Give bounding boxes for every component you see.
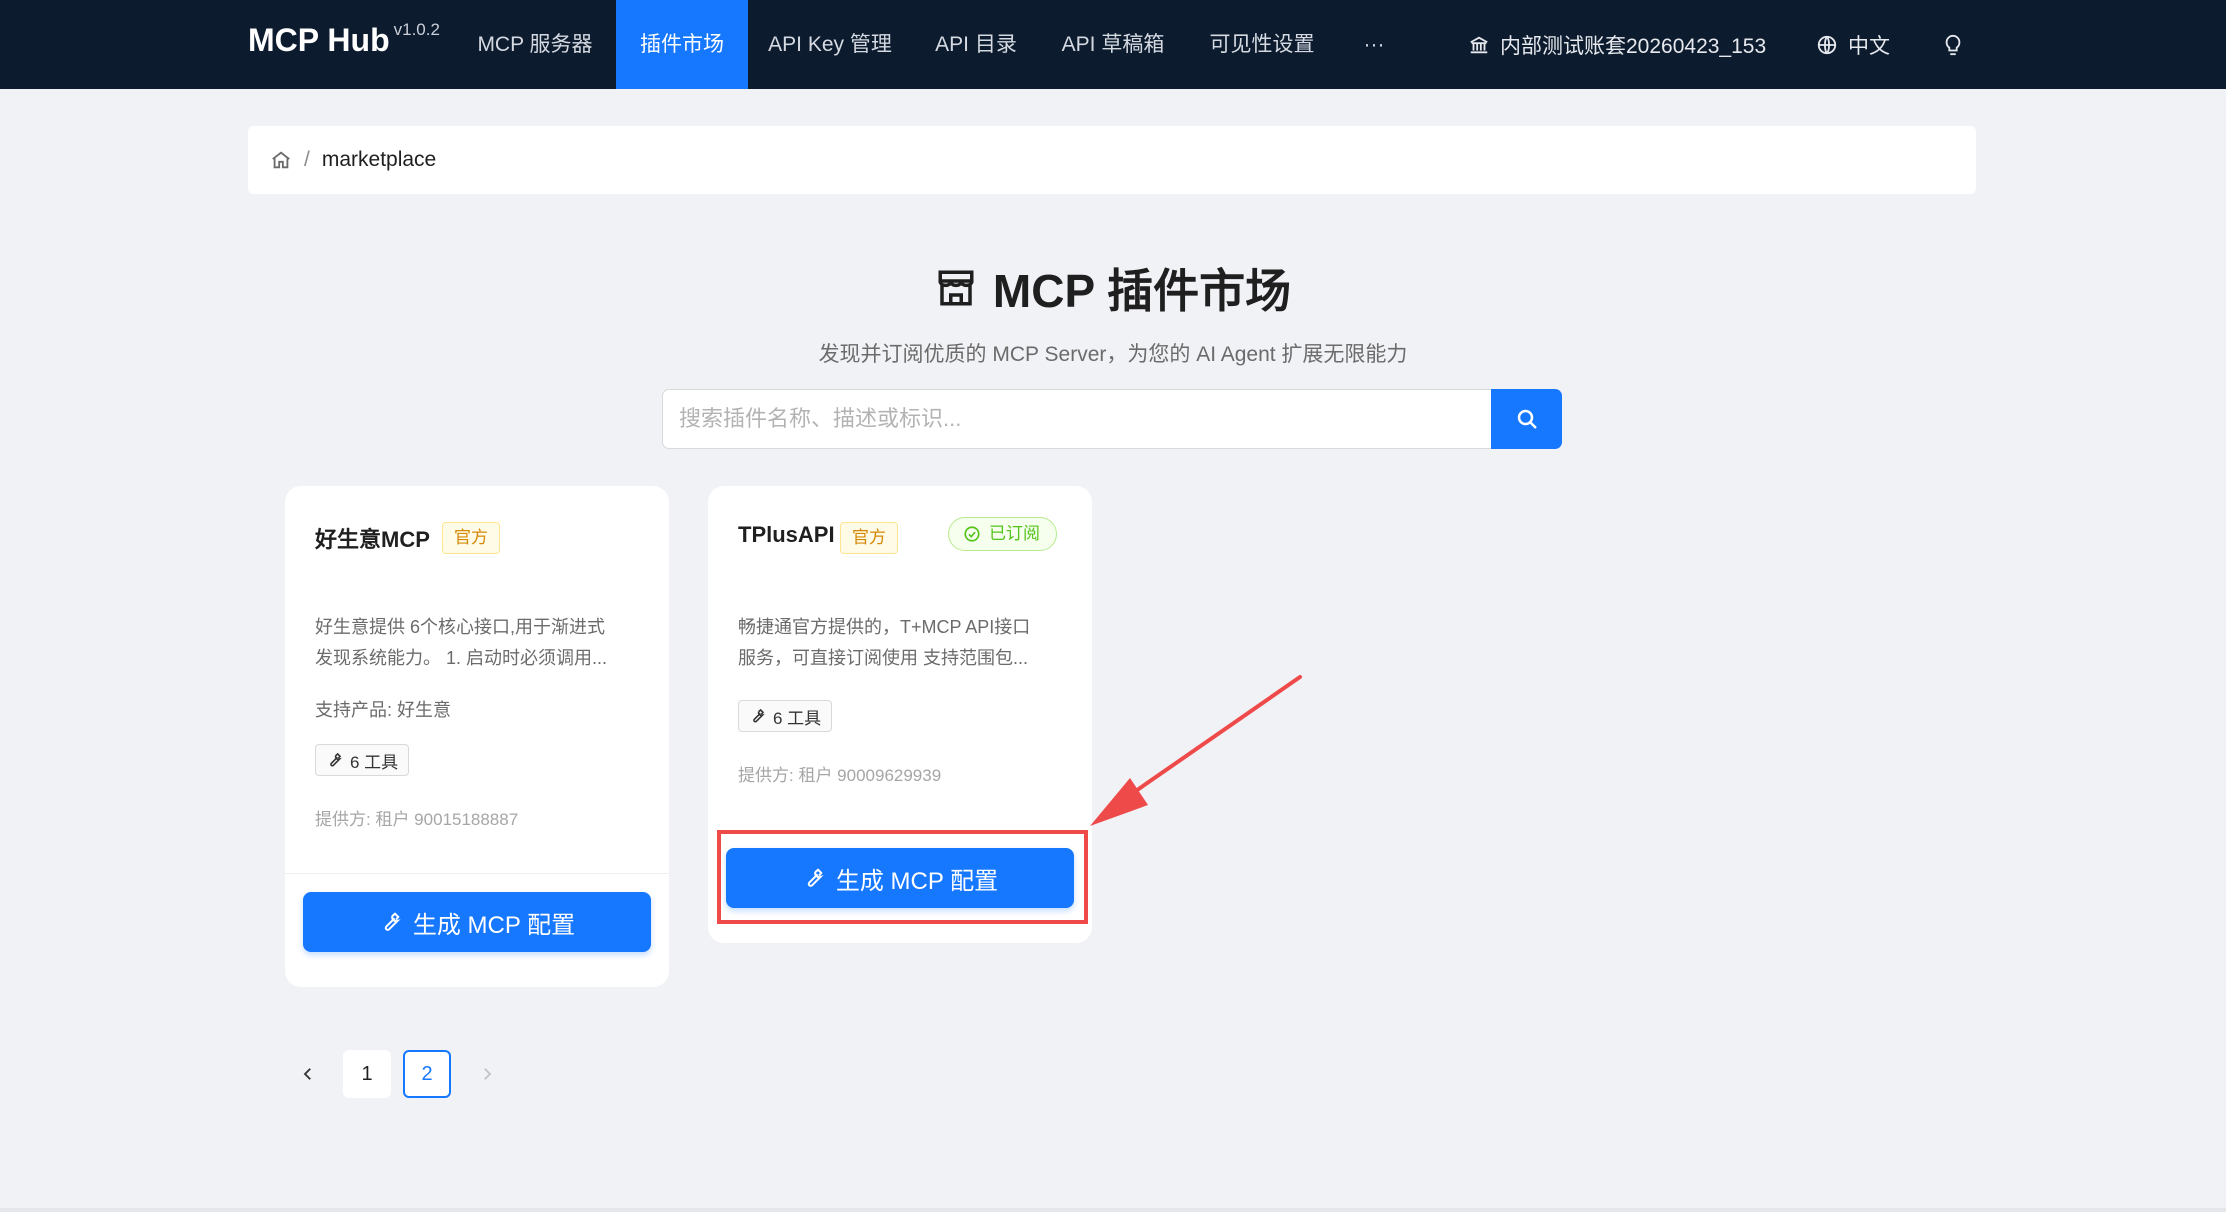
pagination-page-1[interactable]: 1 [343, 1050, 391, 1098]
pagination-prev-button[interactable] [284, 1050, 332, 1098]
page-bottom-edge [0, 1208, 2226, 1212]
annotation-arrow [1090, 675, 1302, 826]
pagination-page-2[interactable]: 2 [403, 1050, 451, 1098]
chevron-right-icon [484, 1068, 492, 1080]
pagination-next-button[interactable] [463, 1050, 511, 1098]
chevron-left-icon [303, 1068, 311, 1080]
